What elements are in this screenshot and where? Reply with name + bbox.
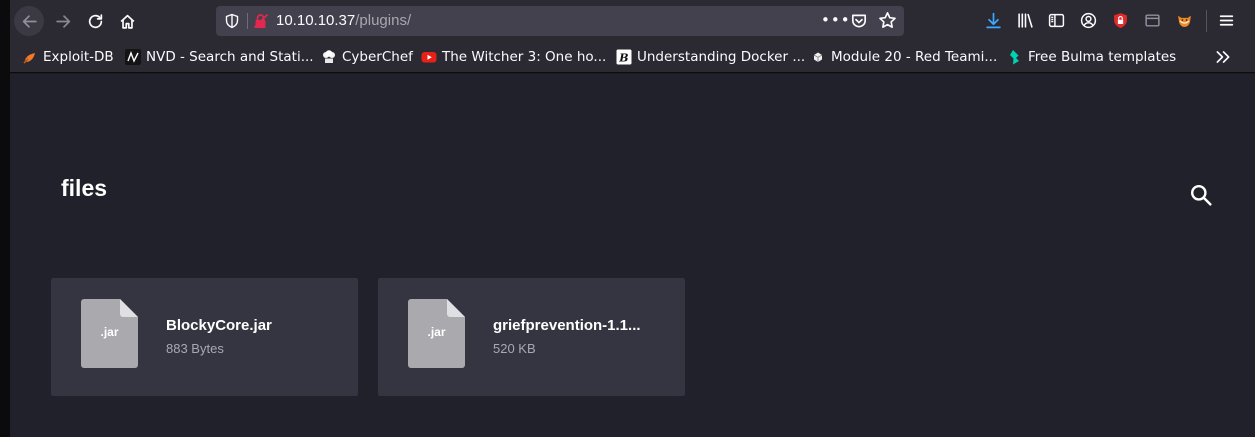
- docker-article-icon: B: [616, 49, 632, 65]
- tracking-shield-icon[interactable]: [224, 13, 240, 29]
- cyberchef-icon: [321, 49, 337, 65]
- hamburger-menu-icon: [1219, 14, 1233, 26]
- sidebar-button[interactable]: [1046, 10, 1066, 30]
- account-button[interactable]: [1078, 10, 1098, 30]
- chevron-double-right-icon[interactable]: [1214, 48, 1232, 66]
- url-bar[interactable]: 10.10.10.37/plugins/ •••: [216, 6, 904, 36]
- bookmark-label: Exploit-DB: [43, 49, 114, 65]
- bookmark-label: The Witcher 3: One ho...: [442, 49, 607, 65]
- url-host: 10.10.10.37: [276, 12, 356, 29]
- account-icon: [1080, 12, 1096, 28]
- file-card[interactable]: .jar BlockyCore.jar 883 Bytes: [51, 278, 358, 396]
- extension-shield-button[interactable]: [1110, 10, 1130, 30]
- file-extension: .jar: [100, 325, 119, 339]
- file-name[interactable]: BlockyCore.jar: [166, 317, 272, 334]
- arrow-right-icon: [55, 14, 70, 28]
- library-icon: [1017, 12, 1033, 28]
- bookmark-nvd[interactable]: NVD - Search and Stati...: [125, 48, 314, 66]
- bookmarks-toolbar: Exploit-DB NVD - Search and Stati... Cyb…: [10, 41, 1255, 73]
- bookmark-exploit-db[interactable]: Exploit-DB: [22, 48, 114, 66]
- file-extension: .jar: [427, 325, 446, 339]
- file-size: 883 Bytes: [166, 341, 224, 356]
- youtube-icon: [421, 49, 437, 65]
- module-icon: [810, 49, 826, 65]
- more-dots-icon[interactable]: •••: [821, 11, 851, 29]
- window-edge: [0, 0, 10, 437]
- nvd-icon: [125, 49, 141, 65]
- bookmark-label: NVD - Search and Stati...: [146, 49, 314, 65]
- pocket-icon[interactable]: [850, 12, 868, 30]
- bookmark-module-20[interactable]: Module 20 - Red Teami...: [810, 48, 997, 66]
- red-shield-extension-icon: [1113, 12, 1127, 28]
- insecure-lock-icon[interactable]: [253, 13, 269, 29]
- extension-foxy-button[interactable]: [1174, 10, 1194, 30]
- svg-text:B: B: [618, 52, 628, 65]
- exploit-db-icon: [22, 49, 38, 65]
- library-button[interactable]: [1015, 10, 1035, 30]
- reload-button[interactable]: [80, 6, 110, 36]
- page-title: files: [61, 175, 108, 201]
- reload-icon: [88, 13, 102, 28]
- search-icon[interactable]: [1190, 184, 1212, 206]
- bookmark-label: Free Bulma templates: [1028, 49, 1177, 65]
- app-menu-button[interactable]: [1216, 10, 1236, 30]
- bookmark-star-icon[interactable]: [878, 11, 897, 30]
- home-button[interactable]: [112, 6, 142, 36]
- bookmark-bulma[interactable]: Free Bulma templates: [1007, 48, 1176, 66]
- url-separator: [247, 13, 248, 29]
- bookmark-label: CyberChef: [342, 49, 413, 65]
- extension-window-button[interactable]: [1142, 10, 1162, 30]
- back-button[interactable]: [14, 6, 44, 36]
- url-text[interactable]: 10.10.10.37/plugins/: [276, 12, 411, 30]
- url-path: /plugins/: [355, 12, 412, 29]
- file-card[interactable]: .jar griefprevention-1.1... 520 KB: [378, 278, 685, 396]
- bookmark-docker[interactable]: B Understanding Docker ...: [616, 48, 805, 66]
- downloads-button[interactable]: [983, 10, 1003, 30]
- page-content: files .jar BlockyCore.jar 883 Bytes .jar…: [10, 74, 1255, 437]
- toolbar-separator: [1206, 10, 1207, 32]
- arrow-left-icon: [22, 14, 37, 28]
- bulma-icon: [1007, 49, 1023, 65]
- bookmark-label: Module 20 - Red Teami...: [831, 49, 998, 65]
- download-icon: [985, 12, 1001, 28]
- fox-extension-icon: [1177, 15, 1191, 27]
- home-icon: [120, 14, 134, 29]
- bookmark-witcher[interactable]: The Witcher 3: One ho...: [421, 48, 606, 66]
- browser-toolbar: 10.10.10.37/plugins/ •••: [10, 0, 1255, 41]
- file-name[interactable]: griefprevention-1.1...: [493, 317, 641, 334]
- sidebar-icon: [1048, 13, 1064, 27]
- bookmark-label: Understanding Docker ...: [637, 49, 806, 65]
- forward-button[interactable]: [48, 6, 78, 36]
- file-size: 520 KB: [493, 341, 536, 356]
- bookmark-cyberchef[interactable]: CyberChef: [321, 48, 413, 66]
- window-extension-icon: [1144, 13, 1160, 27]
